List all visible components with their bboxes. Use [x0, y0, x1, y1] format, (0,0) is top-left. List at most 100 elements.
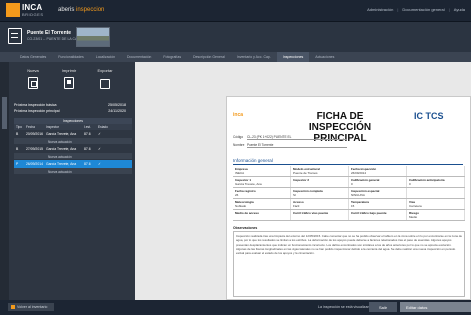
grid-key: Inspector 2 [293, 178, 310, 182]
table-row[interactable]: B 27/09/2015 García Trevete, Ana 87.6 ✓ [14, 145, 132, 153]
name-line: Nombre Puente El Torrente [233, 143, 353, 148]
table-row-selected[interactable]: P 26/09/2014 García Trevete, Ana 87.6 ✓ [14, 160, 132, 168]
grid-key: Carril tráfico vías puente [293, 211, 329, 215]
exit-button[interactable]: Salir [369, 302, 397, 312]
grid-cell: Meteorología Nublado [233, 199, 291, 209]
grid-row: Medio de acceso Carril tráfico vías puen… [233, 210, 465, 221]
grid-cell: Modelo estructural Puente de Tramos [291, 166, 349, 176]
next-basic-date: 25/05/2018 [108, 103, 126, 107]
row-status: ✓ [98, 132, 101, 136]
export-button[interactable]: Exportar [92, 68, 118, 94]
grid-value: INECA [235, 171, 245, 175]
grid-cell [407, 166, 465, 176]
new-label: Nueva [27, 68, 39, 73]
new-action-link[interactable]: Nueva actuación [14, 138, 132, 145]
col-type: Tipo [16, 125, 23, 129]
grid-value: 0 [409, 182, 411, 186]
grid-cell: Inspección especial NINGUNA [349, 188, 407, 198]
tab-bar: Datos Generales Funcionalidades Localiza… [0, 52, 471, 62]
next-principal-row: Próxima inspección principal 24/11/2020 [14, 109, 132, 113]
grid-value: Fácil [293, 204, 300, 208]
ictcs-logo: IC TCS [414, 111, 444, 121]
next-basic-row: Próxima inspección básica 25/05/2018 [14, 103, 132, 107]
link-documentation[interactable]: Documentación general [402, 7, 444, 12]
row-date: 27/09/2015 [26, 147, 43, 151]
tab-funcionalidades[interactable]: Funcionalidades [52, 52, 90, 62]
code-label: Código [233, 135, 244, 139]
brand-name: INCA [22, 3, 43, 12]
next-basic-label: Próxima inspección básica [14, 103, 57, 107]
tab-localizacion[interactable]: Localización [90, 52, 121, 62]
grid-cell: Riesgo Medio [407, 210, 465, 220]
tab-inventario[interactable]: Inventario y Acc. Cap. [231, 52, 277, 62]
row-inspector: García Trevete, Ana [46, 162, 77, 166]
grid-cell: Temperatura 15 [349, 199, 407, 209]
asset-thumbnail[interactable] [76, 27, 110, 47]
grid-cell: Inspector 1 García Trevete, Ana [233, 177, 291, 187]
new-action-link[interactable]: Nueva actuación [14, 153, 132, 160]
observations-title: Observaciones [233, 226, 258, 230]
col-inspector: Inspector [46, 125, 60, 129]
grid-value: 0 [351, 182, 353, 186]
new-document-icon [28, 77, 38, 89]
product-accent: inspeccion [76, 7, 105, 13]
separator: | [448, 7, 450, 12]
left-panel [0, 62, 135, 300]
grid-value: Puente de Tramos [293, 171, 318, 175]
collapse-handle[interactable] [2, 97, 7, 129]
grid-value: Nublado [235, 204, 247, 208]
row-date: 20/09/2016 [26, 132, 43, 136]
grid-cell: Vías Carretera [407, 199, 465, 209]
tab-descripcion-general[interactable]: Descripción General [187, 52, 231, 62]
collapse-rail[interactable] [0, 62, 9, 300]
grid-row: Meteorología Nublado Acceso Fácil Temperat… [233, 199, 465, 210]
tab-inspecciones[interactable]: Inspecciones [276, 52, 310, 62]
grid-value: Carretera [409, 204, 422, 208]
row-index: 87.6 [84, 147, 91, 151]
top-links: Administración | Documentación general |… [367, 7, 465, 12]
export-label: Exportar [97, 68, 113, 73]
grid-row: Fecha registro 26 Inspección completa SI I… [233, 188, 465, 199]
asset-header: Puente El Torrente CO-23/01 -- PUENTE DE… [0, 22, 471, 52]
new-inspection-button[interactable]: Nueva [20, 68, 46, 94]
new-action-link[interactable]: Nueva actuación [14, 168, 132, 175]
edit-data-button[interactable]: Editar datos [400, 302, 471, 312]
inspection-report-page[interactable]: inca FICHA DE INSPECCIÓN PRINCIPAL IC TC… [226, 96, 471, 300]
inca-logo-icon [6, 3, 20, 17]
row-index: 87.6 [84, 132, 91, 136]
tab-datos-generales[interactable]: Datos Generales [14, 52, 52, 62]
row-status: ✓ [98, 162, 101, 166]
grid-key: Fecha registro [235, 189, 256, 193]
grid-key: Calificación general [351, 178, 380, 182]
product-name: aberis inspeccion [58, 7, 104, 13]
general-info-heading: Información general [233, 158, 463, 165]
report-label: Imprimir [61, 68, 77, 73]
grid-cell: Medio de acceso [233, 210, 291, 220]
report-icon [64, 77, 74, 89]
col-status: Estado [98, 125, 108, 129]
inspection-toolbar: Nueva Imprimir Exportar [20, 68, 118, 94]
row-index: 87.6 [84, 162, 91, 166]
name-label: Nombre [233, 143, 245, 147]
print-report-button[interactable]: Imprimir [56, 68, 82, 94]
row-inspector: García Trevete, Ana [46, 132, 77, 136]
link-help[interactable]: Ayuda [454, 7, 465, 12]
code-line: Código CL-23 (PK 1+022) PUENTE EL [233, 135, 353, 140]
row-type: B [16, 147, 19, 151]
grid-cell: Calificación general 0 [349, 177, 407, 187]
grid-key: Medio de acceso [235, 211, 260, 215]
next-principal-label: Próxima inspección principal [14, 109, 60, 113]
tab-documentacion[interactable]: Documentación [121, 52, 157, 62]
general-info-grid: Empresa INECA Modelo estructural Puente de… [233, 166, 465, 221]
grid-key: Inspección completa [293, 189, 323, 193]
status-bar: Volver al inventario La inspección se es… [0, 300, 471, 315]
grid-cell: Carril tráfico bajo puente [349, 210, 407, 220]
back-to-inventory-button[interactable]: Volver al inventario [8, 303, 54, 311]
table-row[interactable]: B 20/09/2016 García Trevete, Ana 87.6 ✓ [14, 130, 132, 138]
tab-fotografias[interactable]: Fotografías [157, 52, 187, 62]
grid-value: Medio [409, 215, 418, 219]
link-administration[interactable]: Administración [367, 7, 393, 12]
tab-actuaciones[interactable]: Actuaciones [309, 52, 340, 62]
row-type: B [16, 132, 19, 136]
app-window: INCA BRIDGES aberis inspeccion Administr… [0, 0, 471, 315]
